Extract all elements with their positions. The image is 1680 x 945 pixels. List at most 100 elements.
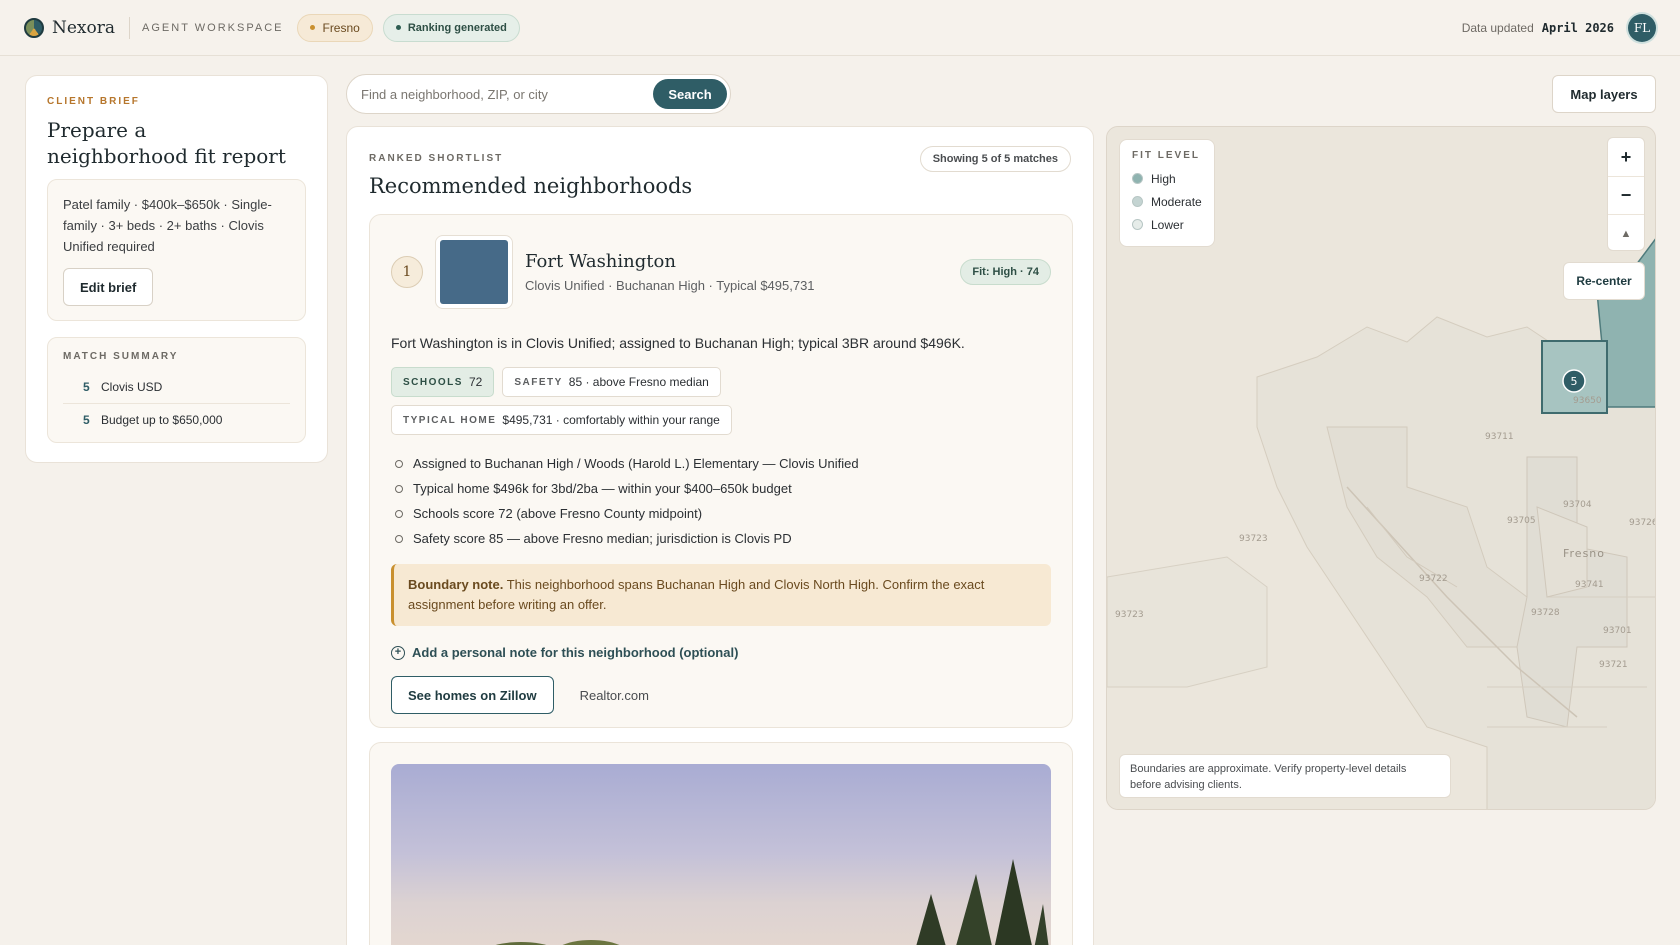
- zip-label: 93721: [1599, 660, 1628, 670]
- legend-label: High: [1151, 171, 1176, 186]
- neighborhood-description: Fort Washington is in Clovis Unified; as…: [391, 335, 965, 351]
- neighborhood-subtitle: Clovis Unified · Buchanan High · Typical…: [525, 278, 815, 293]
- nexora-logo-icon: [24, 17, 44, 38]
- plus-circle-icon: +: [391, 645, 405, 660]
- match-label: Budget up to $650,000: [101, 413, 223, 427]
- map-disclaimer: Boundaries are approximate. Verify prope…: [1119, 754, 1451, 798]
- ranking-status-label: Ranking generated: [407, 21, 507, 34]
- brief-title: Prepare a neighborhood fit report: [47, 118, 286, 168]
- legend-item-moderate: Moderate: [1132, 190, 1202, 213]
- location-pill-label: Fresno: [322, 20, 360, 35]
- brand-name: Nexora: [52, 17, 116, 38]
- shortlist-title: Recommended neighborhoods: [369, 174, 693, 198]
- boundary-note: Boundary note. This neighborhood spans B…: [391, 564, 1051, 626]
- zoom-in-button[interactable]: +: [1608, 138, 1644, 176]
- map-marker-label: 5: [1571, 375, 1578, 388]
- zip-label: 93723: [1115, 610, 1144, 620]
- add-note-label: Add a personal note for this neighborhoo…: [412, 645, 739, 660]
- compass-reset-icon[interactable]: ▲: [1608, 214, 1644, 252]
- chip-key: SCHOOLS: [403, 376, 463, 388]
- chip-value: 85 · above Fresno median: [568, 375, 709, 389]
- match-row-budget: 5 Budget up to $650,000: [63, 403, 290, 436]
- neighborhood-thumbnail: [435, 235, 513, 309]
- client-brief-eyebrow: CLIENT BRIEF: [47, 96, 140, 107]
- highlight-item: Schools score 72 (above Fresno County mi…: [391, 501, 1051, 526]
- search-input[interactable]: [361, 86, 651, 102]
- highlight-item: Assigned to Buchanan High / Woods (Harol…: [391, 451, 1051, 476]
- zoom-out-button[interactable]: −: [1608, 176, 1644, 214]
- zip-label: 93741: [1575, 580, 1604, 590]
- showing-count-badge: Showing 5 of 5 matches: [919, 146, 1071, 172]
- neighborhood-name: Fort Washington: [525, 251, 676, 272]
- location-pill[interactable]: Fresno: [297, 13, 373, 42]
- search-button[interactable]: Search: [653, 79, 727, 109]
- legend-label: Moderate: [1151, 194, 1202, 209]
- data-updated-value: April 2026: [1541, 20, 1614, 35]
- zip-label: 93722: [1419, 574, 1448, 584]
- match-row-clovis: 5 Clovis USD: [63, 370, 290, 403]
- recenter-button[interactable]: Re-center: [1563, 262, 1645, 300]
- neighborhood-card-2[interactable]: [369, 742, 1073, 945]
- highlight-item: Safety score 85 — above Fresno median; j…: [391, 526, 1051, 551]
- card-actions: See homes on Zillow Realtor.com: [391, 676, 1051, 714]
- brief-summary-text: Patel family · $400k–$650k · Single-fami…: [63, 197, 272, 254]
- top-bar: Nexora AGENT WORKSPACE Fresno Ranking ge…: [0, 0, 1680, 56]
- zip-label: 93704: [1563, 500, 1592, 510]
- schools-chip: SCHOOLS 72: [391, 367, 495, 397]
- search-bar: Search: [346, 74, 731, 114]
- map-layers-button[interactable]: Map layers: [1552, 75, 1656, 113]
- shortlist-eyebrow: RANKED SHORTLIST: [369, 153, 504, 164]
- header-right: Data updated April 2026 FL: [1461, 13, 1656, 42]
- map-panel[interactable]: 5 93711 93650 93704 93705 93726 93723 93…: [1106, 126, 1656, 810]
- legend-title: FIT LEVEL: [1132, 150, 1200, 161]
- chip-value: 72: [468, 375, 483, 389]
- metric-chips: SCHOOLS 72 SAFETY 85 · above Fresno medi…: [391, 367, 991, 435]
- match-summary-list: 5 Clovis USD 5 Budget up to $650,000: [63, 370, 290, 436]
- match-summary-eyebrow: MATCH SUMMARY: [63, 351, 179, 362]
- add-personal-note-button[interactable]: + Add a personal note for this neighborh…: [391, 645, 1051, 660]
- header-divider: [129, 16, 131, 39]
- neighborhood-photo: [391, 764, 1051, 945]
- zip-label: 93701: [1603, 626, 1632, 636]
- neighborhood-highlights: Assigned to Buchanan High / Woods (Harol…: [391, 451, 1051, 551]
- legend-swatch-icon: [1132, 196, 1143, 207]
- zip-label: 93726: [1629, 518, 1656, 528]
- match-count: 5: [83, 379, 90, 394]
- brief-summary-box: Patel family · $400k–$650k · Single-fami…: [47, 179, 306, 321]
- typical-home-chip: TYPICAL HOME $495,731 · comfortably with…: [391, 405, 732, 435]
- boundary-note-label: Boundary note.: [408, 577, 504, 592]
- edit-brief-button[interactable]: Edit brief: [63, 268, 154, 306]
- workspace-label: AGENT WORKSPACE: [142, 21, 284, 34]
- neighborhood-color-swatch: [440, 240, 508, 304]
- map-city-label: Fresno: [1563, 547, 1605, 560]
- data-updated-label: Data updated: [1461, 20, 1534, 35]
- fit-score-badge: Fit: High · 74: [960, 259, 1051, 285]
- zoom-controls: + − ▲: [1607, 137, 1645, 251]
- match-label: Clovis USD: [101, 379, 163, 394]
- neighborhood-card[interactable]: 1 Fort Washington Clovis Unified · Bucha…: [369, 214, 1073, 728]
- fit-level-legend: FIT LEVEL High Moderate Lower: [1119, 139, 1215, 247]
- photo-trees-illustration: [495, 859, 1049, 945]
- legend-label: Lower: [1151, 217, 1184, 232]
- safety-chip: SAFETY 85 · above Fresno median: [502, 367, 721, 397]
- ranked-shortlist-panel: RANKED SHORTLIST Recommended neighborhoo…: [346, 126, 1094, 945]
- legend-swatch-icon: [1132, 173, 1143, 184]
- see-homes-zillow-button[interactable]: See homes on Zillow: [391, 676, 554, 714]
- match-count: 5: [83, 413, 90, 427]
- legend-item-lower: Lower: [1132, 213, 1202, 236]
- zip-label: 93705: [1507, 516, 1536, 526]
- zip-label: 93728: [1531, 608, 1560, 618]
- match-summary-box: MATCH SUMMARY 5 Clovis USD 5 Budget up t…: [47, 337, 306, 443]
- chip-key: TYPICAL HOME: [403, 414, 497, 426]
- zip-label: 93723: [1239, 534, 1268, 544]
- zip-label: 93711: [1485, 432, 1514, 442]
- user-avatar[interactable]: FL: [1628, 13, 1656, 42]
- rank-badge: 1: [391, 256, 423, 288]
- realtor-link[interactable]: Realtor.com: [580, 688, 649, 703]
- location-dot-icon: [310, 25, 316, 30]
- legend-item-high: High: [1132, 167, 1202, 190]
- shortlist-header: RANKED SHORTLIST Recommended neighborhoo…: [369, 146, 1071, 198]
- ranking-status-pill: Ranking generated: [382, 13, 520, 42]
- status-dot-icon: [395, 25, 401, 30]
- legend-swatch-icon: [1132, 219, 1143, 230]
